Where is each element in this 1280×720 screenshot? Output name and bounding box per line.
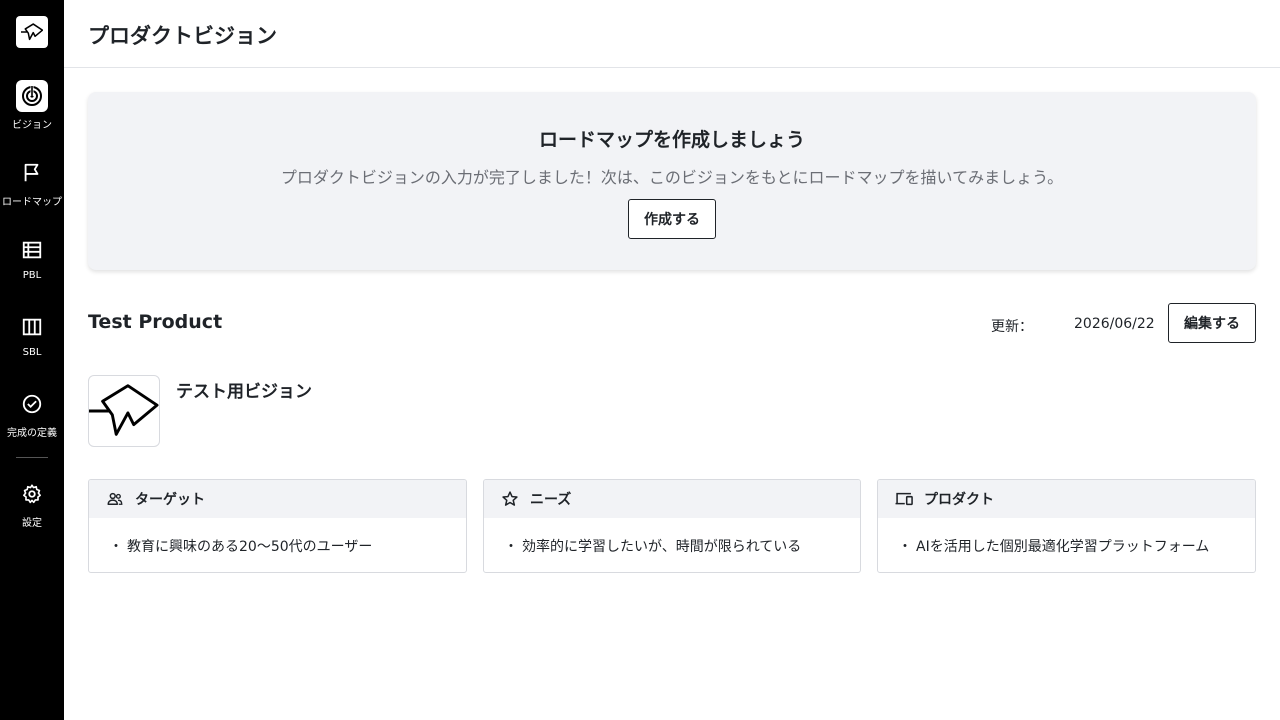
sidebar-item-vision[interactable]: ビジョン — [0, 80, 64, 131]
sidebar: ビジョン ロードマップ PBL SBL 完成の定義 設定 — [0, 0, 64, 720]
roadmap-banner: ロードマップを作成しましょう プロダクトビジョンの入力が完了しました！次は、この… — [88, 92, 1256, 270]
product-card: プロダクト ・ AIを活用した個別最適化学習プラットフォーム — [877, 479, 1256, 573]
sidebar-divider — [16, 457, 48, 458]
logo-icon — [21, 23, 43, 41]
card-header: ニーズ — [484, 480, 860, 518]
card-item-text: AIを活用した個別最適化学習プラットフォーム — [916, 539, 1210, 555]
bullet: ・ — [109, 539, 123, 555]
bullet: ・ — [504, 539, 518, 555]
gear-icon — [16, 478, 48, 510]
card-title: プロダクト — [924, 492, 994, 508]
sidebar-item-settings[interactable]: 設定 — [0, 478, 64, 529]
sidebar-item-label: SBL — [22, 347, 42, 358]
sidebar-item-label: ロードマップ — [2, 197, 62, 208]
sidebar-item-label: ビジョン — [12, 120, 52, 131]
vision-image — [88, 375, 160, 447]
updated-date: 2026/06/22 — [1074, 316, 1155, 332]
card-title: ニーズ — [530, 492, 572, 508]
list-icon — [16, 234, 48, 266]
updated-label: 更新： — [991, 319, 1033, 335]
sidebar-item-label: 設定 — [22, 518, 42, 529]
target-card: ターゲット ・ 教育に興味のある20〜50代のユーザー — [88, 479, 467, 573]
devices-icon — [894, 489, 914, 509]
flag-icon — [16, 157, 48, 189]
card-item: ・ 効率的に学習したいが、時間が限られている — [484, 518, 860, 556]
edit-button[interactable]: 編集する — [1168, 303, 1256, 343]
vision-statement: テスト用ビジョン — [176, 382, 312, 402]
columns-icon — [16, 311, 48, 343]
vision-logo-icon — [89, 384, 159, 436]
create-roadmap-button[interactable]: 作成する — [628, 199, 716, 239]
star-icon — [500, 489, 520, 509]
card-item-text: 教育に興味のある20〜50代のユーザー — [127, 539, 373, 555]
app-logo[interactable] — [16, 16, 48, 48]
sidebar-item-roadmap[interactable]: ロードマップ — [0, 157, 64, 208]
sidebar-item-label: 完成の定義 — [7, 428, 57, 439]
sidebar-item-pbl[interactable]: PBL — [0, 234, 64, 281]
bullet: ・ — [898, 539, 912, 555]
card-item: ・ 教育に興味のある20〜50代のユーザー — [89, 518, 466, 556]
product-name: Test Product — [88, 311, 223, 333]
sidebar-item-dod[interactable]: 完成の定義 — [0, 388, 64, 439]
banner-title: ロードマップを作成しましょう — [538, 129, 805, 151]
banner-description: プロダクトビジョンの入力が完了しました！次は、このビジョンをもとにロードマップを… — [280, 168, 1064, 187]
vision-icon — [16, 80, 48, 112]
card-header: プロダクト — [878, 480, 1255, 518]
card-title: ターゲット — [135, 492, 205, 508]
check-circle-icon — [16, 388, 48, 420]
card-item: ・ AIを活用した個別最適化学習プラットフォーム — [878, 518, 1255, 556]
page-header: プロダクトビジョン — [64, 0, 1280, 68]
needs-card: ニーズ ・ 効率的に学習したいが、時間が限られている — [483, 479, 861, 573]
users-icon — [105, 489, 125, 509]
sidebar-item-sbl[interactable]: SBL — [0, 311, 64, 358]
card-header: ターゲット — [89, 480, 466, 518]
card-item-text: 効率的に学習したいが、時間が限られている — [522, 539, 802, 555]
sidebar-item-label: PBL — [22, 270, 42, 281]
page-title: プロダクトビジョン — [88, 24, 277, 48]
